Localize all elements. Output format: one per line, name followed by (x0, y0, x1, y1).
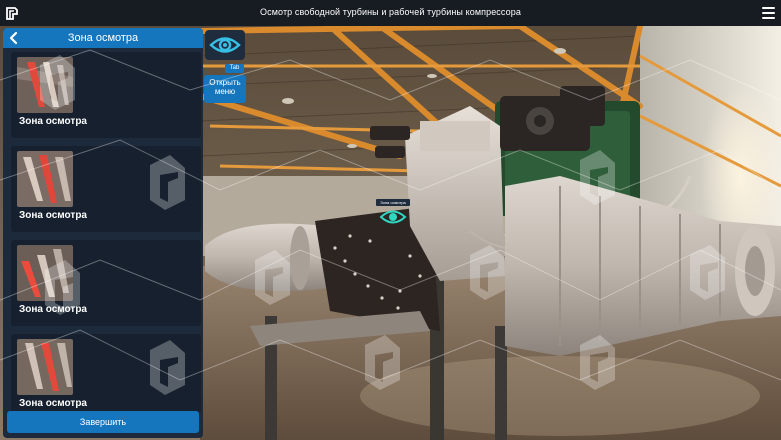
open-menu-button[interactable]: Открыть меню (204, 75, 246, 103)
zone-marker-label: Зона осмотра (376, 199, 410, 206)
zone-thumbnail (17, 245, 73, 301)
zone-thumbnail (17, 57, 73, 113)
zone-card[interactable]: Зона осмотра (11, 240, 201, 326)
zone-card[interactable]: Зона осмотра (11, 52, 201, 138)
zone-card-list[interactable]: Зона осмотра Зона осмотра Зона осмотра З… (3, 52, 203, 412)
tab-shortcut-hint: Tab (225, 64, 244, 73)
inspection-zone-marker[interactable]: Зона осмотра (376, 199, 410, 231)
zone-card[interactable]: Зона осмотра (11, 334, 201, 412)
zone-card[interactable]: Зона осмотра (11, 146, 201, 232)
zone-card-label: Зона осмотра (19, 116, 87, 127)
hamburger-menu-icon[interactable] (762, 7, 775, 19)
zone-card-label: Зона осмотра (19, 210, 87, 221)
open-menu-label-line2: меню (214, 87, 236, 96)
toggle-view-button[interactable] (205, 30, 245, 60)
inspection-zones-panel: Зона осмотра Зона осмотра Зона осмотра З… (3, 28, 203, 438)
open-menu-label-line1: Открыть (209, 78, 241, 87)
panel-header: Зона осмотра (3, 28, 203, 48)
eye-icon (209, 37, 241, 53)
panel-title: Зона осмотра (67, 32, 139, 44)
zone-card-label: Зона осмотра (19, 304, 87, 315)
eye-icon (379, 210, 407, 224)
zone-thumbnail (17, 151, 73, 207)
page-title: Осмотр свободной турбины и рабочей турби… (260, 7, 521, 17)
zone-thumbnail (17, 339, 73, 395)
finish-button[interactable]: Завершить (7, 411, 199, 433)
top-bar: Осмотр свободной турбины и рабочей турби… (0, 0, 781, 26)
zone-card-label: Зона осмотра (19, 398, 87, 409)
